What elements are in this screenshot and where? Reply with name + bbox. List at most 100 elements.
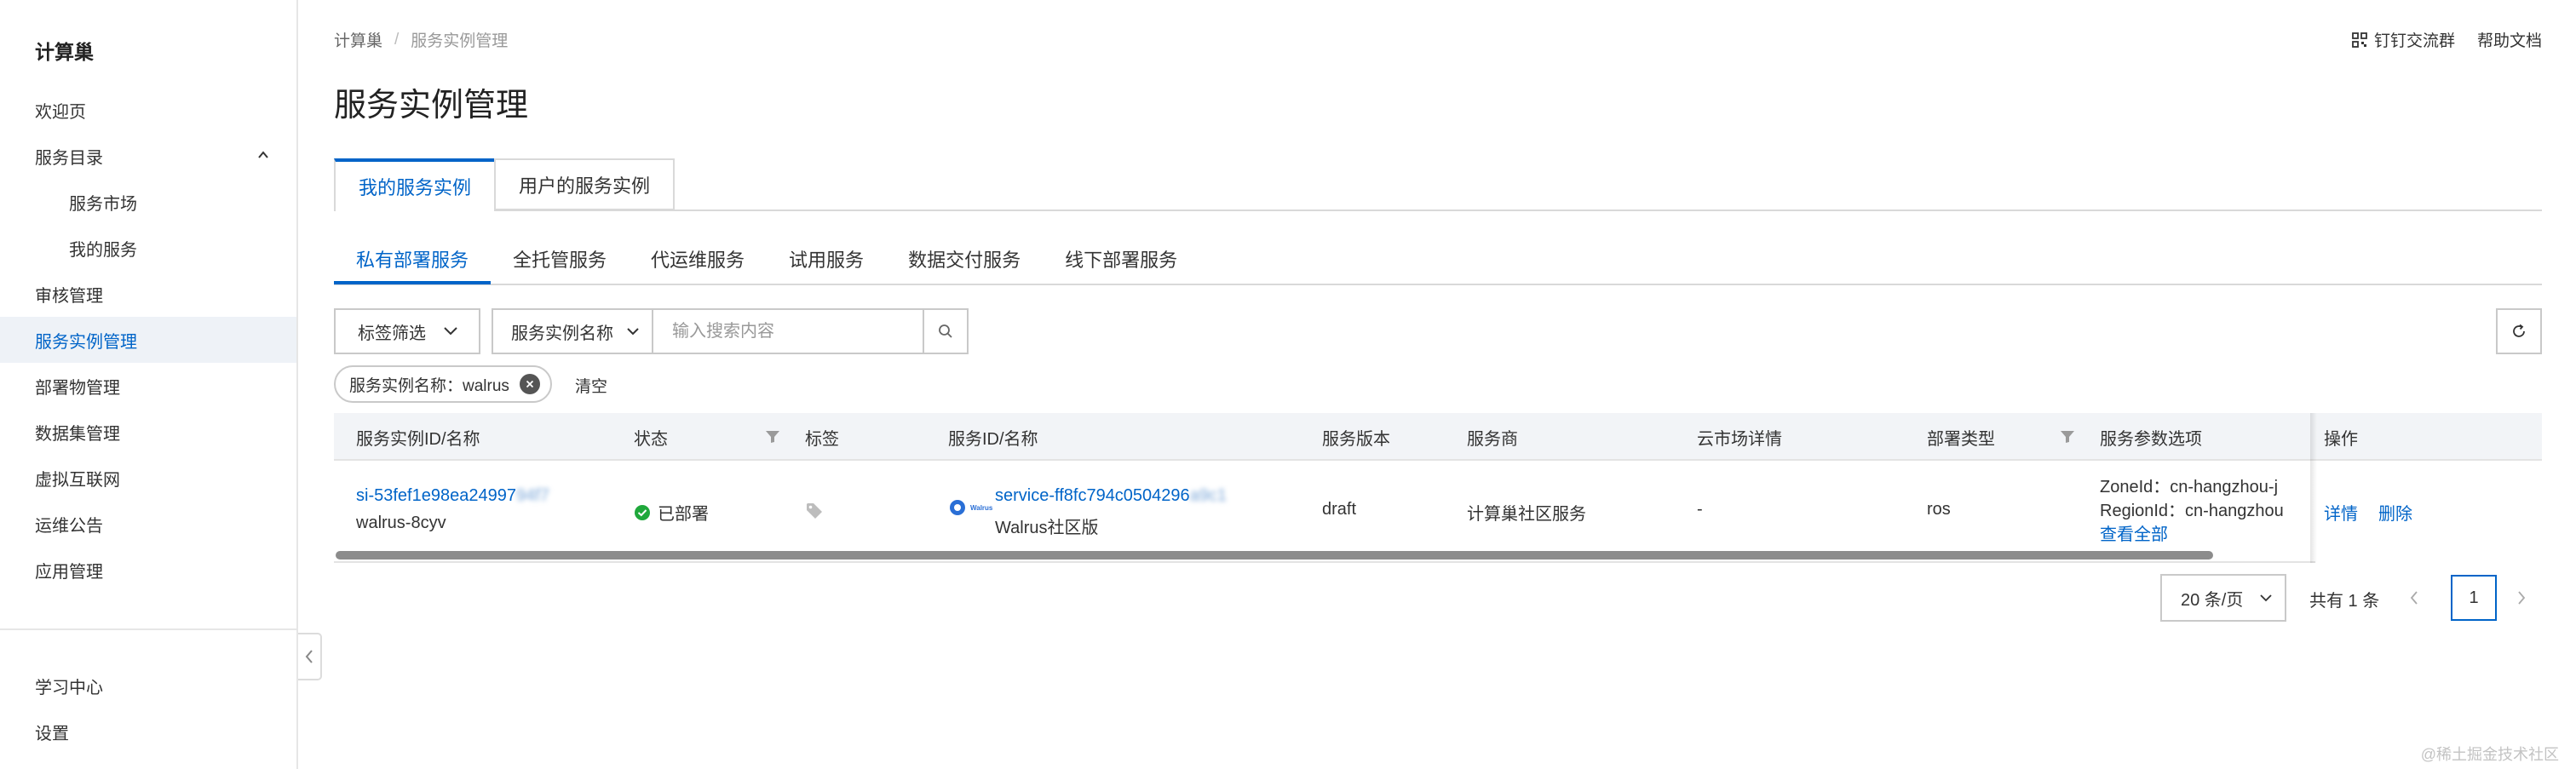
chevron-left-icon bbox=[2410, 591, 2418, 605]
walrus-logo-icon bbox=[950, 500, 965, 515]
refresh-icon bbox=[2513, 324, 2525, 337]
param-zone: ZoneId：cn-hangzhou-j bbox=[2100, 478, 2279, 496]
sidebar-item-deployables[interactable]: 部署物管理 bbox=[0, 363, 296, 409]
filter-icon[interactable] bbox=[765, 430, 780, 444]
tab-offline-deploy[interactable]: 线下部署服务 bbox=[1043, 240, 1199, 284]
provider-cell: 计算巢社区服务 bbox=[1467, 505, 1586, 524]
chevron-left-icon bbox=[305, 650, 313, 663]
search-button[interactable] bbox=[924, 308, 969, 354]
market-cell: - bbox=[1697, 500, 1703, 519]
page-title: 服务实例管理 bbox=[334, 88, 529, 123]
chevron-right-icon bbox=[2518, 591, 2526, 605]
col-tags: 标签 bbox=[805, 429, 839, 449]
sidebar-title: 计算巢 bbox=[35, 41, 94, 63]
instance-name: walrus-8cyv bbox=[356, 514, 446, 532]
service-id-masked: a9c1 bbox=[1189, 486, 1228, 505]
sidebar-item-virtual-network[interactable]: 虚拟互联网 bbox=[0, 455, 296, 501]
chevron-down-icon bbox=[2260, 594, 2272, 601]
clear-filters-link[interactable]: 清空 bbox=[575, 374, 607, 397]
col-deploy-type: 部署类型 bbox=[1927, 429, 1995, 449]
col-params: 服务参数选项 bbox=[2100, 429, 2202, 449]
refresh-button[interactable] bbox=[2496, 308, 2542, 354]
service-logo-text: Walrus bbox=[970, 503, 993, 512]
col-market: 云市场详情 bbox=[1697, 429, 1782, 449]
status-badge: 已部署 bbox=[658, 505, 709, 524]
page-size-select[interactable]: 20 条/页 bbox=[2160, 574, 2286, 622]
breadcrumb-item-root[interactable]: 计算巢 bbox=[334, 28, 382, 51]
tab-user-instances[interactable]: 用户的服务实例 bbox=[494, 158, 676, 210]
active-filter-chip: 服务实例名称：walrus bbox=[334, 365, 552, 403]
actions-column-shadow bbox=[2310, 413, 2317, 563]
check-circle-icon bbox=[635, 504, 650, 520]
help-docs-link[interactable]: 帮助文档 bbox=[2477, 28, 2542, 51]
tag-filter-dropdown[interactable]: 标签筛选 bbox=[334, 308, 480, 354]
sidebar-item-learning-center[interactable]: 学习中心 bbox=[0, 663, 296, 709]
col-actions: 操作 bbox=[2324, 429, 2358, 449]
horizontal-scrollbar[interactable] bbox=[336, 551, 2213, 560]
breadcrumb: 计算巢 / 服务实例管理 bbox=[334, 28, 508, 51]
instance-id-link[interactable]: si-53fef1e98ea24997 bbox=[356, 486, 516, 505]
sidebar-item-review[interactable]: 审核管理 bbox=[0, 271, 296, 317]
instances-table: 服务实例ID/名称 状态 标签 服务ID/名称 服务版本 服务商 云市场详情 部… bbox=[334, 413, 2542, 565]
breadcrumb-item-current: 服务实例管理 bbox=[411, 32, 509, 50]
delete-link[interactable]: 删除 bbox=[2378, 500, 2412, 525]
sidebar-item-my-services[interactable]: 我的服务 bbox=[0, 225, 296, 271]
active-filter-chip-label: 服务实例名称：walrus bbox=[349, 376, 509, 395]
page-size-label: 20 条/页 bbox=[2181, 590, 2244, 610]
sidebar-collapse-button[interactable] bbox=[298, 633, 322, 680]
tab-my-instances[interactable]: 我的服务实例 bbox=[334, 158, 495, 211]
breadcrumb-separator: / bbox=[394, 30, 400, 49]
detail-link[interactable]: 详情 bbox=[2324, 500, 2358, 525]
tag-icon[interactable] bbox=[805, 502, 824, 520]
tab-private-deploy[interactable]: 私有部署服务 bbox=[334, 240, 492, 284]
search-field-label: 服务实例名称 bbox=[511, 324, 613, 343]
search-group: 服务实例名称 bbox=[492, 308, 969, 354]
col-status: 状态 bbox=[634, 429, 668, 449]
qrcode-icon bbox=[2352, 32, 2367, 48]
tab-fully-managed[interactable]: 全托管服务 bbox=[491, 240, 629, 284]
prev-page-button[interactable] bbox=[2402, 586, 2426, 610]
dingtalk-group-label: 钉钉交流群 bbox=[2373, 32, 2455, 50]
chevron-down-icon bbox=[444, 327, 457, 336]
filter-icon[interactable] bbox=[2060, 430, 2075, 444]
search-icon bbox=[939, 324, 952, 338]
sidebar-item-service-market[interactable]: 服务市场 bbox=[0, 179, 296, 225]
instance-id-cell: si-53fef1e98ea2499794f7 bbox=[356, 486, 549, 506]
tab-trial[interactable]: 试用服务 bbox=[767, 240, 886, 284]
service-id-cell: service-ff8fc794c0504296a9c1 bbox=[995, 486, 1227, 506]
sidebar-item-datasets[interactable]: 数据集管理 bbox=[0, 409, 296, 455]
tag-filter-label: 标签筛选 bbox=[358, 324, 426, 343]
instance-id-masked: 94f7 bbox=[515, 486, 549, 505]
sidebar-item-settings[interactable]: 设置 bbox=[0, 709, 296, 755]
sidebar: 计算巢 欢迎页 服务目录 服务市场 我的服务 审核管理 服务实例管理 部署物管理… bbox=[0, 0, 298, 769]
next-page-button[interactable] bbox=[2510, 586, 2533, 610]
service-id-link[interactable]: service-ff8fc794c0504296 bbox=[995, 486, 1190, 505]
table-header: 服务实例ID/名称 状态 标签 服务ID/名称 服务版本 服务商 云市场详情 部… bbox=[334, 413, 2542, 461]
search-field-select[interactable]: 服务实例名称 bbox=[492, 308, 653, 354]
deploy-type-cell: ros bbox=[1927, 500, 1951, 519]
col-version: 服务版本 bbox=[1322, 429, 1390, 449]
sidebar-item-ops-notice[interactable]: 运维公告 bbox=[0, 501, 296, 547]
table-row: si-53fef1e98ea2499794f7 walrus-8cyv 已部署 … bbox=[334, 461, 2542, 563]
tab-managed-ops[interactable]: 代运维服务 bbox=[629, 240, 767, 284]
header-links: 钉钉交流群 帮助文档 bbox=[2352, 28, 2542, 51]
sidebar-item-service-catalog[interactable]: 服务目录 bbox=[0, 133, 296, 179]
secondary-tabs: 私有部署服务 全托管服务 代运维服务 试用服务 数据交付服务 线下部署服务 bbox=[334, 240, 1199, 284]
status-cell: 已部署 bbox=[634, 500, 709, 525]
col-instance-id: 服务实例ID/名称 bbox=[356, 429, 480, 449]
sidebar-item-welcome[interactable]: 欢迎页 bbox=[0, 87, 296, 133]
sidebar-item-app-management[interactable]: 应用管理 bbox=[0, 547, 296, 593]
view-all-params-link[interactable]: 查看全部 bbox=[2100, 520, 2168, 545]
service-logo: Walrus bbox=[948, 498, 992, 517]
dingtalk-group-link[interactable]: 钉钉交流群 bbox=[2352, 28, 2455, 51]
tab-data-delivery[interactable]: 数据交付服务 bbox=[886, 240, 1043, 284]
col-provider: 服务商 bbox=[1467, 429, 1518, 449]
service-name: Walrus社区版 bbox=[995, 519, 1099, 537]
chevron-up-icon[interactable] bbox=[257, 149, 269, 161]
close-icon[interactable] bbox=[519, 374, 540, 394]
sidebar-item-label: 服务目录 bbox=[35, 148, 103, 168]
page-number-current[interactable]: 1 bbox=[2451, 575, 2497, 621]
primary-tabs: 我的服务实例 用户的服务实例 bbox=[334, 158, 676, 211]
search-input[interactable] bbox=[653, 308, 924, 354]
sidebar-item-instance-management[interactable]: 服务实例管理 bbox=[0, 317, 296, 363]
